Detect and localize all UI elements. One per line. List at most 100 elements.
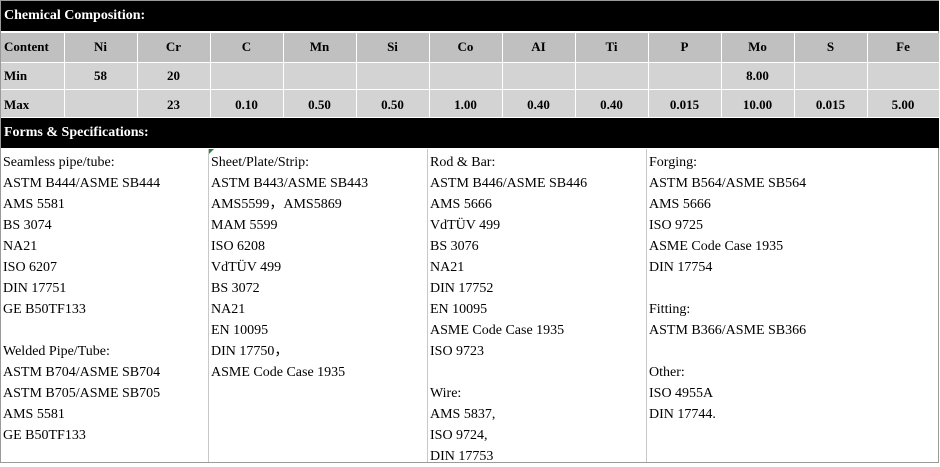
forms-specifications-header: Forms & Specifications: — [1, 118, 939, 148]
table-cell — [356, 62, 430, 90]
spec-line: ASTM B443/ASME SB443 — [211, 176, 369, 191]
row-label: Content — [1, 33, 65, 63]
spec-line: NA21 — [211, 302, 246, 317]
table-row-max: Max 23 0.10 0.50 0.50 1.00 0.40 0.40 0.015 10.00 0… — [1, 89, 940, 118]
spec-line: Sheet/Plate/Strip: — [211, 155, 309, 170]
table-cell: 20 — [137, 62, 211, 90]
spec-line: ASTM B564/ASME SB564 — [649, 176, 807, 191]
row-label: Min — [1, 62, 65, 90]
spec-line: ISO 6207 — [3, 260, 58, 275]
spec-line: VdTÜV 499 — [211, 260, 282, 275]
spec-line: GE B50TF133 — [3, 302, 86, 317]
spec-line: Welded Pipe/Tube: — [3, 344, 110, 359]
forms-column-rod-bar-wire: Rod & Bar: ASTM B446/ASME SB446 AMS 5666 Vd… — [428, 149, 647, 464]
table-cell — [867, 62, 940, 90]
table-cell — [794, 62, 868, 90]
spec-line: AMS 5837, — [430, 407, 496, 422]
spec-line: DIN 17750， — [211, 344, 289, 359]
spec-line: Wire: — [430, 386, 462, 401]
spec-line: VdTÜV 499 — [430, 218, 501, 233]
composition-table: Content Ni Cr C Mn Si Co AI Ti P Mo S Fe Min 58 20 8.00 M… — [1, 33, 940, 118]
spec-line: DIN 17751 — [3, 281, 67, 296]
spec-line: AMS 5666 — [430, 197, 492, 212]
spec-line: ASME Code Case 1935 — [649, 239, 784, 254]
forms-column-forging-fitting-other: Forging: ASTM B564/ASME SB564 AMS 5666 ISO … — [647, 149, 939, 462]
table-cell: Mn — [283, 33, 357, 63]
spec-line — [430, 362, 646, 383]
spec-line: ISO 6208 — [211, 239, 266, 254]
table-row-min: Min 58 20 8.00 — [1, 62, 940, 90]
table-cell — [283, 62, 357, 90]
spec-line: Rod & Bar: — [430, 155, 496, 170]
table-cell — [429, 62, 503, 90]
forms-column-pipe-tube: Seamless pipe/tube: ASTM B444/ASME SB444 A… — [1, 149, 209, 462]
spec-line: ASTM B444/ASME SB444 — [3, 176, 161, 191]
table-cell: 0.50 — [283, 89, 357, 118]
spec-line: MAM 5599 — [211, 218, 278, 233]
spec-line: BS 3072 — [211, 281, 260, 296]
row-label: Max — [1, 89, 65, 118]
spec-line: Seamless pipe/tube: — [3, 155, 115, 170]
table-cell: S — [794, 33, 868, 63]
table-cell: 0.50 — [356, 89, 430, 118]
spec-line: AMS 5666 — [649, 197, 711, 212]
spec-line: ISO 9723 — [430, 344, 485, 359]
table-cell: 58 — [64, 62, 138, 90]
table-cell: Si — [356, 33, 430, 63]
table-cell: Cr — [137, 33, 211, 63]
spec-line: DIN 17752 — [430, 281, 494, 296]
spec-line: ASME Code Case 1935 — [211, 365, 346, 380]
table-header-row: Content Ni Cr C Mn Si Co AI Ti P Mo S Fe — [1, 33, 940, 63]
spec-line: ASTM B366/ASME SB366 — [649, 323, 807, 338]
spec-line: DIN 17754 — [649, 260, 713, 275]
spec-line: EN 10095 — [211, 323, 269, 338]
spec-line: AMS 5581 — [3, 197, 65, 212]
table-cell: Fe — [867, 33, 940, 63]
spec-line: Other: — [649, 365, 685, 380]
spec-line: DIN 17744. — [649, 407, 716, 422]
spec-line: Fitting: — [649, 302, 691, 317]
table-cell: P — [648, 33, 722, 63]
table-cell: 0.10 — [210, 89, 284, 118]
table-cell: 10.00 — [721, 89, 795, 118]
spec-line — [649, 278, 939, 299]
spec-line: EN 10095 — [430, 302, 488, 317]
table-cell: 0.40 — [575, 89, 649, 118]
spec-line: BS 3074 — [3, 218, 52, 233]
table-cell — [502, 62, 576, 90]
forms-specifications-grid: Seamless pipe/tube: ASTM B444/ASME SB444 A… — [1, 149, 939, 464]
table-cell: 0.40 — [502, 89, 576, 118]
table-cell: 1.00 — [429, 89, 503, 118]
spec-line: ASME Code Case 1935 — [430, 323, 565, 338]
spec-line: NA21 — [3, 239, 38, 254]
table-cell: 8.00 — [721, 62, 795, 90]
table-cell: Ti — [575, 33, 649, 63]
spec-line: BS 3076 — [430, 239, 479, 254]
spec-line: NA21 — [430, 260, 465, 275]
table-cell: Mo — [721, 33, 795, 63]
spec-line: ASTM B705/ASME SB705 — [3, 386, 161, 401]
table-cell: Ni — [64, 33, 138, 63]
spec-line: ASTM B704/ASME SB704 — [3, 365, 161, 380]
table-cell — [210, 62, 284, 90]
spec-line: ASTM B446/ASME SB446 — [430, 176, 588, 191]
spec-line: AMS 5581 — [3, 407, 65, 422]
forms-column-sheet-plate-strip: Sheet/Plate/Strip: ASTM B443/ASME SB443 AM… — [209, 149, 428, 462]
table-cell — [64, 89, 138, 118]
table-cell: 23 — [137, 89, 211, 118]
table-cell: Co — [429, 33, 503, 63]
table-cell: 0.015 — [794, 89, 868, 118]
spec-line: Forging: — [649, 155, 697, 170]
table-cell: AI — [502, 33, 576, 63]
spec-line: ISO 9724, — [430, 428, 488, 443]
table-cell — [648, 62, 722, 90]
spec-line: GE B50TF133 — [3, 428, 86, 443]
table-cell: C — [210, 33, 284, 63]
cell-comment-marker — [209, 149, 214, 154]
chemical-composition-header: Chemical Composition: — [1, 1, 939, 31]
table-cell: 0.015 — [648, 89, 722, 118]
spec-line: AMS5599，AMS5869 — [211, 197, 342, 212]
table-cell — [575, 62, 649, 90]
spec-line: ISO 4955A — [649, 386, 714, 401]
spec-line: ISO 9725 — [649, 218, 704, 233]
